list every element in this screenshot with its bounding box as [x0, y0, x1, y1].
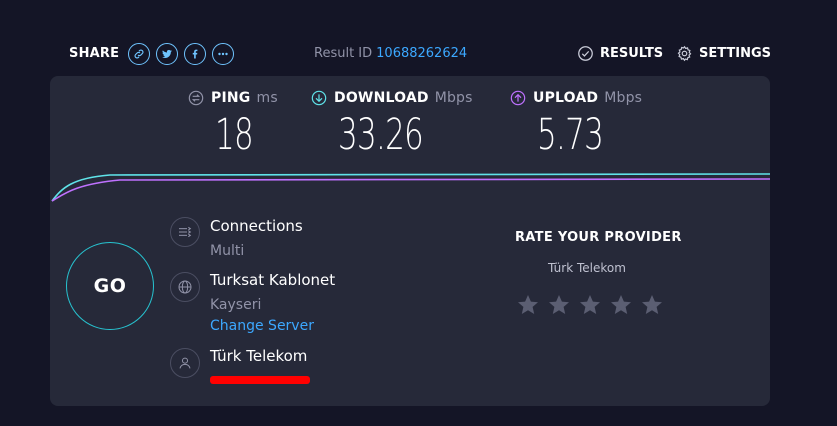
results-label: RESULTS — [600, 46, 664, 61]
star-icon[interactable] — [578, 293, 602, 317]
upload-metric: UPLOAD Mbps 5.73 — [510, 90, 643, 160]
download-graph-line — [51, 173, 770, 202]
upload-unit: Mbps — [604, 90, 643, 106]
facebook-icon — [192, 49, 198, 59]
twitter-icon — [162, 49, 173, 58]
upload-value: 5.73 — [537, 110, 604, 160]
ping-label: PING — [211, 90, 251, 106]
link-icon — [134, 49, 144, 59]
result-id-label: Result ID — [314, 46, 373, 61]
connections-icon — [170, 217, 200, 247]
rate-provider-title: RATE YOUR PROVIDER — [515, 230, 682, 245]
globe-icon — [170, 272, 200, 302]
upload-graph-line — [51, 178, 770, 202]
settings-label: SETTINGS — [699, 46, 772, 61]
ping-icon — [188, 90, 204, 106]
download-label: DOWNLOAD — [334, 90, 429, 106]
share-link-button[interactable] — [128, 43, 151, 65]
ping-unit: ms — [256, 90, 278, 106]
share-more-button[interactable] — [212, 43, 235, 65]
check-circle-icon — [578, 46, 593, 61]
ping-metric: PING ms 18 — [188, 90, 278, 160]
share-label: SHARE — [69, 46, 120, 61]
speed-graph — [51, 173, 770, 202]
result-id: Result ID 10688262624 — [314, 46, 467, 61]
share-facebook-button[interactable] — [184, 43, 207, 65]
results-panel: PING ms 18 DOWNLOAD Mbps 33.26 UPLOAD Mb… — [50, 76, 770, 406]
star-icon[interactable] — [516, 293, 540, 317]
isp-name: Türk Telekom — [210, 347, 308, 365]
user-icon — [170, 348, 200, 378]
result-id-value[interactable]: 10688262624 — [376, 46, 467, 61]
server-location: Kayseri — [210, 297, 262, 313]
upload-arrow-icon — [510, 90, 526, 106]
rate-provider-name: Türk Telekom — [548, 261, 626, 275]
server-name: Turksat Kablonet — [210, 271, 336, 289]
settings-link[interactable]: SETTINGS — [676, 45, 771, 62]
star-icon[interactable] — [547, 293, 571, 317]
more-icon — [218, 52, 228, 56]
redaction-bar — [210, 376, 310, 384]
change-server-link[interactable]: Change Server — [210, 318, 314, 334]
rating-stars — [516, 293, 671, 317]
download-unit: Mbps — [434, 90, 473, 106]
results-link[interactable]: RESULTS — [577, 45, 663, 62]
download-arrow-icon — [311, 90, 327, 106]
connections-mode[interactable]: Multi — [210, 243, 244, 259]
download-metric: DOWNLOAD Mbps 33.26 — [311, 90, 473, 160]
download-value: 33.26 — [338, 110, 424, 160]
star-icon[interactable] — [609, 293, 633, 317]
go-button[interactable]: GO — [66, 242, 154, 330]
share-group: SHARE — [69, 42, 240, 66]
share-twitter-button[interactable] — [156, 43, 179, 65]
upload-label: UPLOAD — [533, 90, 599, 106]
top-bar: SHARE Result ID 10688262624 RESULTS SETTI… — [0, 0, 837, 76]
gear-icon — [677, 45, 692, 62]
star-icon[interactable] — [640, 293, 664, 317]
ping-value: 18 — [215, 110, 254, 160]
connections-title: Connections — [210, 217, 303, 235]
